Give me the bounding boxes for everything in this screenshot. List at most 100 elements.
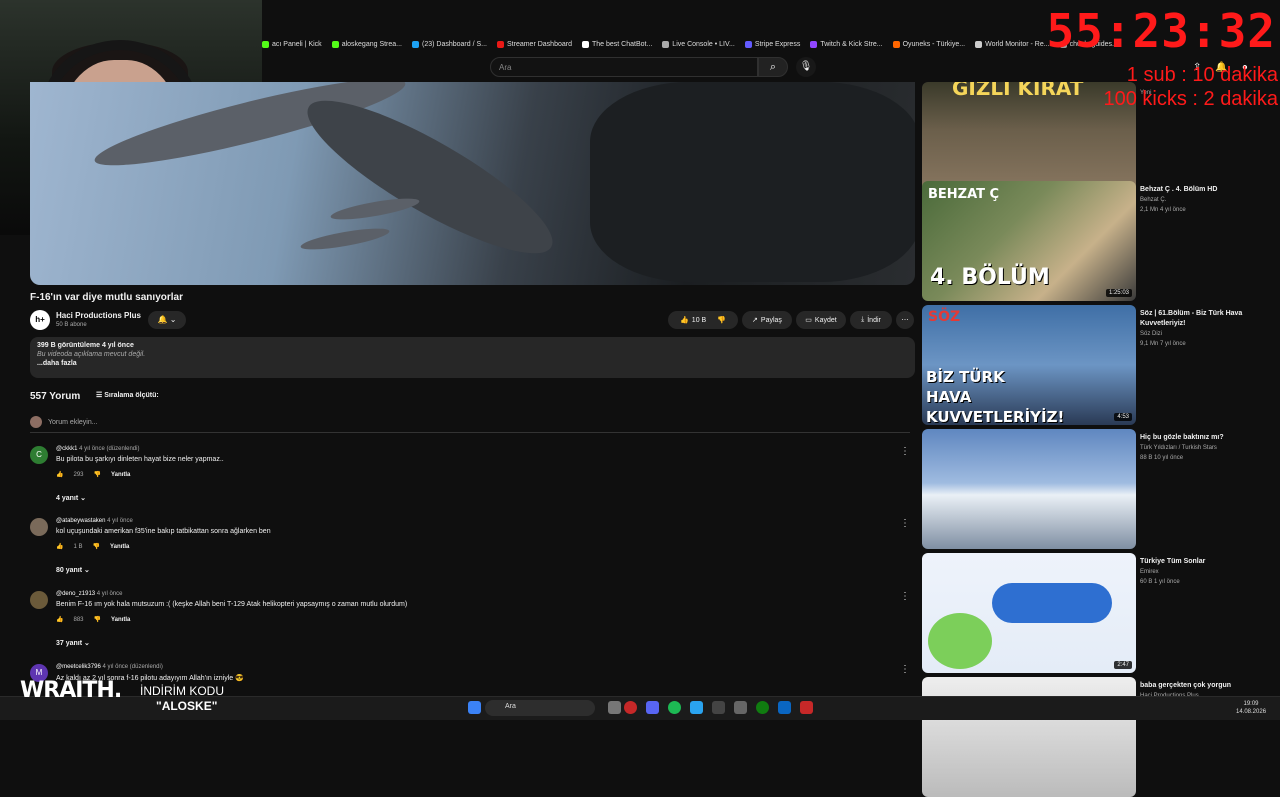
taskview-icon[interactable] (608, 701, 621, 714)
video-thumbnail[interactable]: 2:47 (922, 553, 1136, 673)
like-button[interactable]: 👍 10 B 👎 (668, 311, 738, 329)
comment-actions: 👍 293 👎 Yanıtla (56, 471, 130, 479)
bookmark-item[interactable]: Live Console • LIV... (662, 40, 735, 48)
add-comment-input[interactable]: Yorum ekleyin... (30, 416, 910, 433)
bookmark-label: World Monitor - Re... (985, 40, 1050, 48)
comment-author[interactable]: @ckkk1 (56, 446, 77, 452)
recommended-title[interactable]: Hiç bu gözle baktınız mı? (1140, 433, 1264, 443)
save-button[interactable]: ▭ Kaydet (796, 311, 846, 329)
more-options-icon[interactable]: ⋮ (900, 446, 910, 457)
video-thumbnail[interactable] (922, 429, 1136, 549)
more-options-icon[interactable]: ⋯ (896, 311, 914, 329)
download-button[interactable]: ⤓ İndir (850, 311, 892, 329)
comment-author[interactable]: @meetcelik3796 (56, 664, 101, 670)
bookmark-item[interactable]: Streamer Dashboard (497, 40, 572, 48)
kicks-promo-text: 100 kicks : 2 dakika (1103, 88, 1278, 110)
reply-button[interactable]: Yanıtla (111, 617, 130, 623)
recommended-channel[interactable]: Söz Dizi (1140, 331, 1162, 337)
comment-text: kol uçuşundaki amerikan f35'ine bakıp ta… (56, 528, 271, 535)
comment-author[interactable]: @deno_z1913 (56, 591, 95, 597)
comment-author[interactable]: @atabeywastaken (56, 518, 105, 524)
bookmark-item[interactable]: aloskegang Strea... (331, 40, 402, 48)
thumbs-down-icon[interactable]: 👎 (93, 543, 100, 550)
recommended-video[interactable]: SÖZ BİZ TÜRK HAVA KUVVETLERİYİZ! 4:53 Söz |… (922, 305, 1268, 425)
bookmark-item[interactable]: Stripe Express (744, 40, 800, 48)
description-box[interactable]: 399 B görüntüleme 4 yıl önce Bu videoda … (30, 337, 915, 378)
thumbs-down-icon[interactable]: 👎 (94, 616, 101, 623)
sort-button[interactable]: ☰ Sıralama ölçütü: (96, 391, 159, 399)
recommended-video[interactable]: baba gerçekten çok yorgunHaci Production… (922, 677, 1268, 797)
replies-toggle[interactable]: 80 yanıt ⌄ (56, 566, 90, 574)
telegram-icon[interactable] (690, 701, 703, 714)
bookmark-item[interactable]: (23) Dashboard / S... (412, 40, 487, 48)
comment-time: 4 yıl önce (107, 518, 133, 524)
views-date: 399 B görüntüleme 4 yıl önce (37, 342, 134, 349)
comment-meta: @deno_z1913 4 yıl önce (56, 591, 122, 597)
recommended-video[interactable]: BEHZAT Ç 4. BÖLÜM 1:25:03 Behzat Ç . 4. Böl… (922, 181, 1268, 301)
recommended-title[interactable]: baba gerçekten çok yorgun (1140, 681, 1264, 691)
notification-bell-icon[interactable]: 🔔 ⌄ (148, 311, 186, 329)
bookmark-item[interactable]: Twitch & Kick Stre... (810, 40, 883, 48)
recommended-channel[interactable]: Emirex (1140, 569, 1159, 575)
comment-meta: @ckkk1 4 yıl önce (düzenlendi) (56, 446, 139, 452)
avatar[interactable]: C (30, 446, 48, 464)
spotify-icon[interactable] (668, 701, 681, 714)
wojak-face (928, 613, 992, 669)
recommended-title[interactable]: Behzat Ç . 4. Bölüm HD (1140, 185, 1264, 195)
thumbs-up-icon[interactable]: 👍 (56, 471, 63, 478)
replies-count: 4 yanıt (56, 495, 79, 502)
video-thumbnail[interactable]: BEHZAT Ç 4. BÖLÜM 1:25:03 (922, 181, 1136, 301)
recommended-meta: 60 B 1 yıl önce (1140, 579, 1180, 585)
replies-toggle[interactable]: 4 yanıt ⌄ (56, 494, 86, 502)
search-icon[interactable]: ⌕ (758, 57, 788, 77)
recommended-video[interactable]: 2:47 Türkiye Tüm Sonlar Emirex 60 B 1 yıl ö… (922, 553, 1268, 673)
reply-button[interactable]: Yanıtla (111, 472, 130, 478)
recommended-title[interactable]: Türkiye Tüm Sonlar (1140, 557, 1264, 567)
more-options-icon[interactable]: ⋮ (900, 664, 910, 675)
xbox-icon[interactable] (756, 701, 769, 714)
bookmark-item[interactable]: acı Paneli | Kick (262, 40, 322, 48)
video-player[interactable] (30, 82, 915, 285)
discount-label: İNDİRİM KODU (140, 684, 224, 698)
thumbs-down-icon[interactable]: 👎 (94, 471, 101, 478)
discord-icon[interactable] (646, 701, 659, 714)
recommended-channel[interactable]: Behzat Ç. (1140, 197, 1166, 203)
browser-icon[interactable] (800, 701, 813, 714)
show-more-link[interactable]: ...daha fazla (37, 360, 908, 367)
recommended-video[interactable]: Hiç bu gözle baktınız mı? Türk Yıldızları… (922, 429, 1268, 549)
app-icon[interactable] (778, 701, 791, 714)
bookmark-item[interactable]: World Monitor - Re... (975, 40, 1050, 48)
bookmark-label: Streamer Dashboard (507, 40, 572, 48)
share-button[interactable]: ↗ Paylaş (742, 311, 792, 329)
avatar[interactable] (30, 518, 48, 536)
avatar[interactable] (30, 591, 48, 609)
microphone-icon[interactable]: 🎙 (796, 57, 816, 77)
bookmark-item[interactable]: The best ChatBot... (581, 40, 652, 48)
channel-name[interactable]: Haci Productions Plus (56, 311, 141, 320)
comment-actions: 👍 883 👎 Yanıtla (56, 616, 130, 624)
more-options-icon[interactable]: ⋮ (900, 518, 910, 529)
app-icon[interactable] (734, 701, 747, 714)
recommended-title[interactable]: Söz | 61.Bölüm - Biz Türk Hava Kuvvetler… (1140, 309, 1264, 329)
video-thumbnail[interactable] (922, 677, 1136, 797)
taskbar-search[interactable]: Ara (485, 700, 595, 716)
comment-like-count: 293 (73, 471, 84, 478)
reply-button[interactable]: Yanıtla (110, 544, 129, 550)
steam-icon[interactable] (712, 701, 725, 714)
opera-icon[interactable] (624, 701, 637, 714)
thumbs-up-icon[interactable]: 👍 (56, 543, 63, 550)
discount-code: "ALOSKE" (156, 699, 218, 713)
comment-time: 4 yıl önce (düzenlendi) (102, 664, 163, 670)
windows-start-icon[interactable] (468, 701, 481, 714)
thumbs-up-icon[interactable]: 👍 (56, 616, 63, 623)
thumbnail-text: BEHZAT Ç (928, 187, 1000, 202)
bookmark-item[interactable]: Oyuneks - Türkiye... (892, 40, 965, 48)
channel-avatar[interactable]: h+ (30, 310, 50, 330)
replies-toggle[interactable]: 37 yanıt ⌄ (56, 639, 90, 647)
taskbar-clock: 19:09 14.08.2026 (1236, 700, 1266, 716)
search-input[interactable]: Ara (490, 57, 758, 77)
more-options-icon[interactable]: ⋮ (900, 591, 910, 602)
video-thumbnail[interactable]: SÖZ BİZ TÜRK HAVA KUVVETLERİYİZ! 4:53 (922, 305, 1136, 425)
recommended-channel[interactable]: Türk Yıldızları / Turkish Stars (1140, 445, 1217, 451)
thumbs-down-icon[interactable]: 👎 (717, 316, 726, 324)
